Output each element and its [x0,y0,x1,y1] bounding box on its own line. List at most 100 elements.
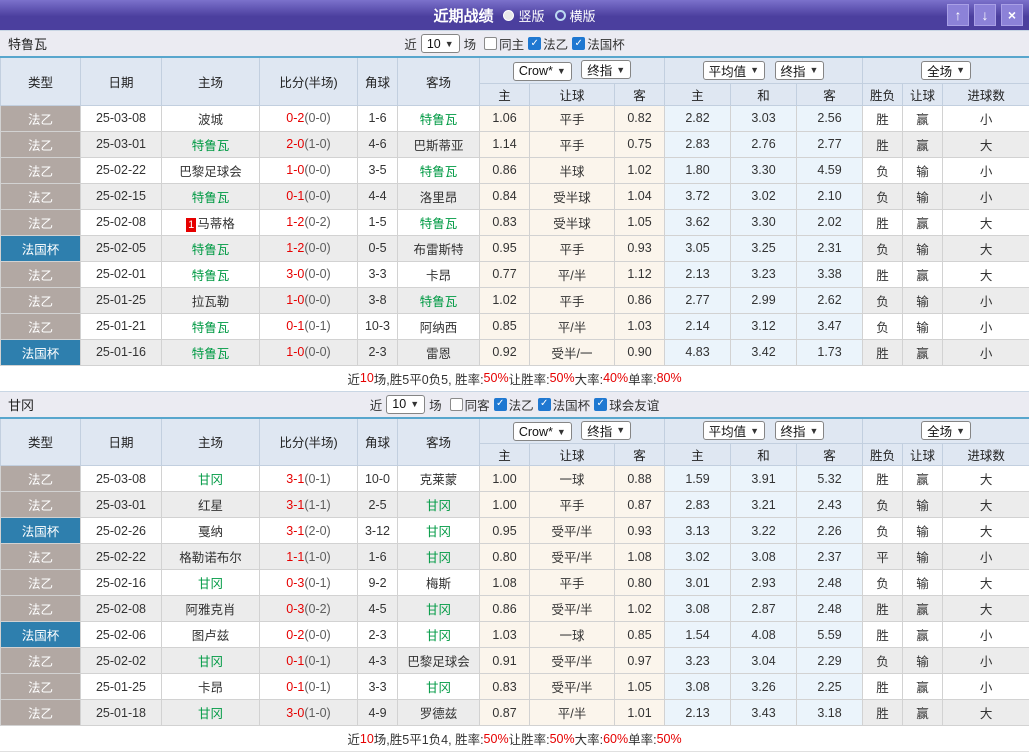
fulltime-select[interactable]: 全场▼ [921,421,971,440]
home-team[interactable]: 巴黎足球会 [162,157,260,183]
avg-draw-odds: 3.08 [731,544,797,570]
crow-home-odds: 1.03 [480,622,530,648]
home-team[interactable]: 红星 [162,492,260,518]
final-odds-select[interactable]: 终指▼ [581,421,631,440]
avg-draw-odds: 2.99 [731,287,797,313]
crow-odds-select[interactable]: Crow*▼ [513,422,572,441]
average-odds-select[interactable]: 平均值▼ [703,61,765,80]
away-team[interactable]: 甘冈 [398,544,480,570]
close-button[interactable]: × [1001,4,1023,26]
avg-away-odds: 2.62 [797,287,863,313]
away-team[interactable]: 克莱蒙 [398,466,480,492]
home-team[interactable]: 甘冈 [162,648,260,674]
away-team[interactable]: 甘冈 [398,492,480,518]
filter-checkbox[interactable]: ✓ 法乙 [494,395,534,414]
away-team[interactable]: 雷恩 [398,339,480,365]
final-odds-select-2[interactable]: 终指▼ [775,421,825,440]
home-team[interactable]: 甘冈 [162,700,260,726]
home-team[interactable]: 特鲁瓦 [162,313,260,339]
away-team[interactable]: 洛里昂 [398,183,480,209]
full-time-score: 1-1 [286,550,304,564]
radio-horizontal-layout[interactable]: 横版 [555,6,596,25]
fulltime-select[interactable]: 全场▼ [921,61,971,80]
chevron-down-icon: ▼ [557,66,566,76]
away-team[interactable]: 布雷斯特 [398,235,480,261]
home-team[interactable]: 波城 [162,105,260,131]
move-up-button[interactable]: ↑ [947,4,969,26]
goals-label: 大 [943,570,1029,596]
crow-away-odds: 0.75 [615,131,665,157]
home-team[interactable]: 图卢兹 [162,622,260,648]
home-team[interactable]: 甘冈 [162,466,260,492]
home-team[interactable]: 特鲁瓦 [162,339,260,365]
filter-checkbox[interactable]: ✓ 法国杯 [572,34,625,53]
crow-handicap: 一球 [530,622,615,648]
chevron-down-icon: ▼ [410,399,419,409]
final-odds-select[interactable]: 终指▼ [581,60,631,79]
away-team[interactable]: 甘冈 [398,622,480,648]
result-label: 胜 [863,700,903,726]
away-team[interactable]: 特鲁瓦 [398,105,480,131]
home-team[interactable]: 戛纳 [162,518,260,544]
away-team[interactable]: 甘冈 [398,674,480,700]
handicap-result-label: 赢 [903,596,943,622]
away-team[interactable]: 甘冈 [398,518,480,544]
corner-count: 4-6 [358,131,398,157]
average-odds-select[interactable]: 平均值▼ [703,421,765,440]
away-team[interactable]: 特鲁瓦 [398,287,480,313]
home-team[interactable]: 1马蒂格 [162,209,260,235]
goals-label: 小 [943,544,1029,570]
filter-checkbox[interactable]: ✓ 法乙 [528,34,568,53]
table-row: 法乙 25-02-22 巴黎足球会 1-0(0-0) 3-5 特鲁瓦 0.86 … [1,157,1029,183]
league-badge: 法乙 [1,596,81,622]
away-team[interactable]: 巴斯蒂亚 [398,131,480,157]
filter-checkbox[interactable]: ✓ 球会友谊 [594,395,659,414]
filter-checkbox[interactable]: ✓ 法国杯 [538,395,591,414]
away-team[interactable]: 梅斯 [398,570,480,596]
crow-odds-select[interactable]: Crow*▼ [513,62,572,81]
avg-home-odds: 3.01 [665,570,731,596]
result-label: 胜 [863,261,903,287]
filter-games-label: 场 [464,34,477,53]
goals-label: 大 [943,261,1029,287]
match-count-select[interactable]: 10▼ [386,395,425,414]
match-count-select[interactable]: 10▼ [421,34,460,53]
home-team[interactable]: 阿雅克肖 [162,596,260,622]
away-team[interactable]: 卡昂 [398,261,480,287]
avg-away-odds: 2.48 [797,596,863,622]
away-team[interactable]: 阿纳西 [398,313,480,339]
filter-checkbox[interactable]: 同客 [450,395,490,414]
avg-draw-odds: 3.25 [731,235,797,261]
away-team[interactable]: 巴黎足球会 [398,648,480,674]
home-team[interactable]: 特鲁瓦 [162,131,260,157]
away-team[interactable]: 特鲁瓦 [398,157,480,183]
goals-label: 小 [943,157,1029,183]
handicap-result-label: 输 [903,287,943,313]
move-down-button[interactable]: ↓ [974,4,996,26]
away-team[interactable]: 甘冈 [398,596,480,622]
corner-count: 4-3 [358,648,398,674]
home-team[interactable]: 拉瓦勒 [162,287,260,313]
checkbox-label: 球会友谊 [609,395,659,414]
home-team[interactable]: 特鲁瓦 [162,183,260,209]
close-icon: × [1008,7,1016,23]
crow-handicap: 受半/一 [530,339,615,365]
col-avg-away: 客 [797,83,863,105]
radio-vertical-layout[interactable]: 竖版 [503,6,544,25]
match-date: 25-02-26 [81,518,162,544]
home-team[interactable]: 特鲁瓦 [162,235,260,261]
crow-handicap: 平手 [530,492,615,518]
home-team[interactable]: 甘冈 [162,570,260,596]
half-time-score: (2-0) [304,524,330,538]
away-team[interactable]: 罗德兹 [398,700,480,726]
home-team[interactable]: 特鲁瓦 [162,261,260,287]
col-corner: 角球 [358,57,398,105]
match-date: 25-02-16 [81,570,162,596]
final-odds-select-2[interactable]: 终指▼ [775,61,825,80]
home-team[interactable]: 卡昂 [162,674,260,700]
match-score: 3-1(0-1) [260,466,358,492]
crow-handicap: 受平/半 [530,544,615,570]
filter-checkbox[interactable]: 同主 [484,34,524,53]
home-team[interactable]: 格勒诺布尔 [162,544,260,570]
away-team[interactable]: 特鲁瓦 [398,209,480,235]
